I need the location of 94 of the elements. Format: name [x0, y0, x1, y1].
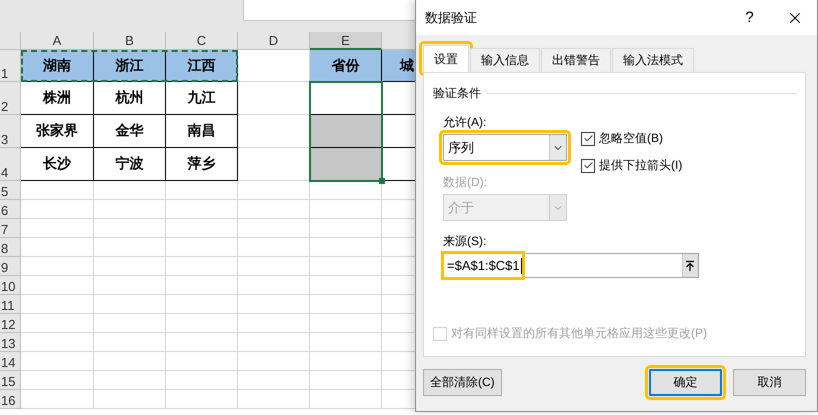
- tab[interactable]: 出错警告: [541, 48, 611, 72]
- table-cell: [94, 295, 166, 314]
- field-label: 数据(D):: [443, 174, 488, 191]
- table-cell: [166, 295, 238, 314]
- fill-handle[interactable]: [379, 178, 385, 184]
- table-cell: [94, 352, 166, 371]
- table-cell: [166, 276, 238, 295]
- table-cell: [94, 390, 166, 409]
- table-cell: [94, 181, 166, 200]
- table-cell: [166, 219, 238, 238]
- source-field[interactable]: =$A$1:$C$1: [443, 253, 699, 278]
- row-header[interactable]: 8: [0, 238, 21, 257]
- row-header[interactable]: 2: [0, 82, 21, 115]
- table-cell: 浙江: [94, 50, 166, 82]
- table-cell: [94, 333, 166, 352]
- row-header[interactable]: 14: [0, 352, 21, 371]
- table-cell: [238, 257, 310, 276]
- table-cell: [94, 238, 166, 257]
- row-header[interactable]: 9: [0, 257, 21, 276]
- select-all-corner[interactable]: [0, 32, 21, 50]
- row-header[interactable]: 7: [0, 219, 21, 238]
- row-header[interactable]: 13: [0, 333, 21, 352]
- check-icon: [582, 133, 594, 144]
- table-cell: [238, 314, 310, 333]
- column-header[interactable]: C: [166, 32, 238, 50]
- table-cell: [238, 181, 310, 200]
- help-button[interactable]: ?: [727, 0, 772, 35]
- table-cell: [94, 371, 166, 390]
- table-cell: [238, 50, 310, 82]
- checkbox-label: 对有同样设置的所有其他单元格应用这些更改(P): [451, 325, 707, 342]
- table-cell: [94, 257, 166, 276]
- table-cell: 湖南: [21, 50, 94, 82]
- table-cell: 省份: [310, 50, 382, 82]
- table-cell: 杭州: [94, 82, 166, 115]
- table-cell: [166, 390, 238, 409]
- table-cell: 南昌: [166, 115, 238, 148]
- table-cell: 江西: [166, 50, 238, 82]
- cancel-button[interactable]: 取消: [733, 369, 806, 396]
- column-header[interactable]: D: [238, 32, 310, 50]
- table-cell: [94, 200, 166, 219]
- table-cell: [238, 238, 310, 257]
- checkbox[interactable]: [581, 132, 595, 146]
- row-header[interactable]: 1: [0, 50, 21, 82]
- table-cell: [166, 314, 238, 333]
- table-cell: [238, 352, 310, 371]
- column-header[interactable]: E: [310, 32, 382, 50]
- column-header[interactable]: A: [21, 32, 94, 50]
- table-cell: [238, 333, 310, 352]
- table-cell: [166, 200, 238, 219]
- checkbox-label[interactable]: 忽略空值(B): [581, 130, 682, 147]
- table-cell: [238, 371, 310, 390]
- arrow-up-icon: [684, 260, 696, 272]
- table-cell: [94, 219, 166, 238]
- clear-all-button[interactable]: 全部清除(C): [423, 369, 502, 396]
- table-cell: 长沙: [21, 148, 94, 181]
- table-cell: [166, 352, 238, 371]
- row-header[interactable]: 12: [0, 314, 21, 333]
- checkbox[interactable]: [581, 158, 595, 172]
- table-cell: [94, 314, 166, 333]
- row-header[interactable]: 16: [0, 390, 21, 409]
- row-header[interactable]: 15: [0, 371, 21, 390]
- field-label: 来源(S):: [443, 233, 488, 250]
- table-cell: 金华: [94, 115, 166, 148]
- checkbox-label[interactable]: 提供下拉箭头(I): [581, 157, 682, 174]
- tab[interactable]: 输入信息: [470, 48, 540, 72]
- table-cell: [166, 257, 238, 276]
- row-header[interactable]: 5: [0, 181, 21, 200]
- table-cell: 株洲: [21, 82, 94, 115]
- dialog-title: 数据验证: [425, 8, 478, 26]
- row-header[interactable]: 11: [0, 295, 21, 314]
- row-header[interactable]: 3: [0, 115, 21, 148]
- column-header[interactable]: B: [94, 32, 166, 50]
- table-cell: 张家界: [21, 115, 94, 148]
- table-cell: 九江: [166, 82, 238, 115]
- table-cell: [238, 200, 310, 219]
- table-cell: [94, 276, 166, 295]
- table-cell: 萍乡: [166, 148, 238, 181]
- table-cell: [238, 219, 310, 238]
- table-cell: [166, 371, 238, 390]
- field-label: 允许(A):: [443, 114, 488, 131]
- table-cell: [166, 181, 238, 200]
- tab[interactable]: 输入法模式: [612, 48, 694, 72]
- table-cell: [238, 276, 310, 295]
- table-cell: [238, 295, 310, 314]
- check-icon: [582, 160, 594, 171]
- collapse-button[interactable]: [682, 254, 698, 277]
- row-header[interactable]: 6: [0, 200, 21, 219]
- row-header[interactable]: 4: [0, 148, 21, 181]
- table-cell: 宁波: [94, 148, 166, 181]
- table-cell: [166, 333, 238, 352]
- row-header[interactable]: 10: [0, 276, 21, 295]
- group-title: 验证条件: [433, 85, 481, 102]
- table-cell: [166, 238, 238, 257]
- table-cell: [238, 390, 310, 409]
